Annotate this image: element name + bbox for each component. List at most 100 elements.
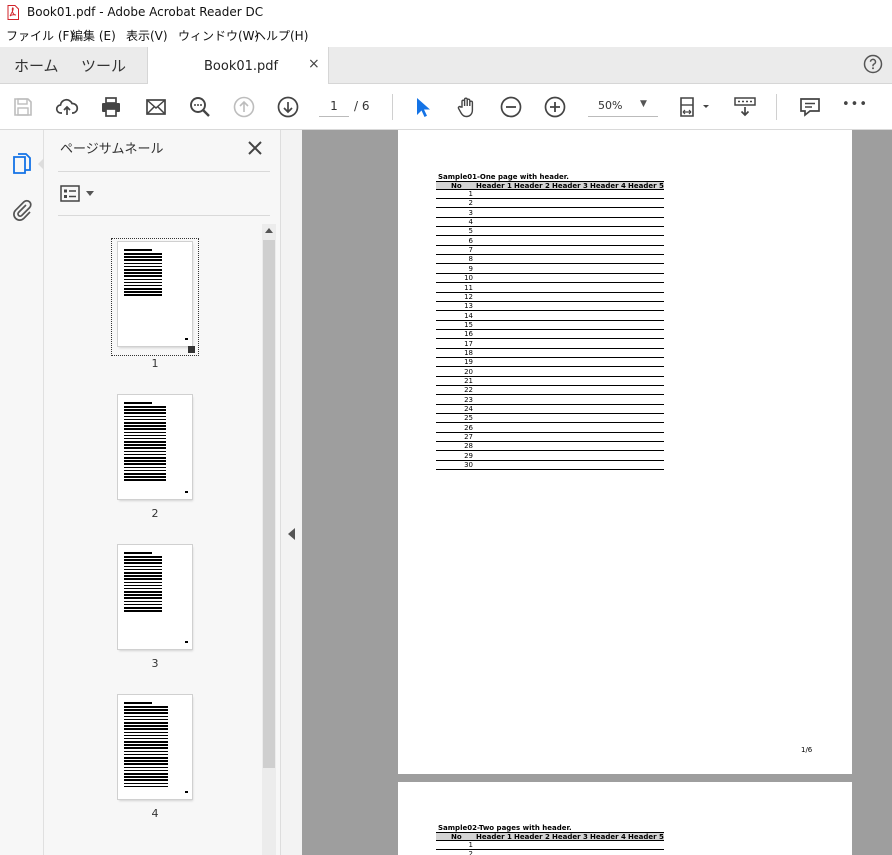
table-row: 1 — [436, 190, 664, 199]
save-button[interactable] — [11, 95, 35, 119]
row-number: 19 — [464, 358, 473, 367]
zoom-level-select[interactable]: 50% ▼ — [588, 96, 658, 117]
row-number: 11 — [464, 283, 473, 292]
find-button[interactable] — [188, 95, 212, 119]
window-title: Book01.pdf - Adobe Acrobat Reader DC — [27, 5, 264, 19]
magnifier-icon — [190, 97, 210, 117]
scrollbar-thumb[interactable] — [263, 240, 275, 768]
list-options-icon — [60, 185, 80, 202]
thumbnail-footer-mark — [185, 338, 188, 340]
column-header: Header 2 — [514, 833, 550, 841]
panel-collapse-handle[interactable] — [280, 130, 302, 855]
row-number: 26 — [464, 423, 473, 432]
menu-window[interactable]: ウィンドウ(W) — [178, 29, 259, 44]
column-header: Header 4 — [590, 182, 626, 190]
tab-home[interactable]: ホーム — [14, 57, 59, 75]
menu-edit[interactable]: 編集 (E) — [71, 29, 116, 44]
table-header: No Header 1 Header 2 Header 3 Header 4 H… — [436, 832, 664, 841]
printer-icon — [102, 97, 120, 117]
page-heading: Sample02-Two pages with header. — [438, 824, 572, 832]
select-tool-button[interactable] — [410, 95, 434, 119]
close-tab-button[interactable]: × — [308, 56, 320, 72]
row-number: 29 — [464, 451, 473, 460]
page-thumbnail[interactable] — [118, 395, 192, 499]
page-thumbnails-icon[interactable] — [11, 152, 33, 176]
table-row: 6 — [436, 237, 664, 246]
zoom-in-button[interactable] — [543, 95, 567, 119]
next-page-button[interactable] — [276, 95, 300, 119]
menu-file[interactable]: ファイル (F) — [6, 29, 74, 44]
upload-cloud-button[interactable] — [55, 95, 79, 119]
scroll-up-icon[interactable] — [264, 226, 274, 234]
cursor-arrow-icon — [417, 98, 430, 117]
menu-bar: ファイル (F) 編集 (E) 表示(V) ウィンドウ(W) ヘルプ(H) — [0, 26, 892, 47]
row-number: 30 — [464, 461, 473, 470]
hand-tool-button[interactable] — [455, 95, 479, 119]
help-icon[interactable] — [863, 54, 883, 74]
table-row: 19 — [436, 358, 664, 368]
paperclip-icon[interactable] — [11, 198, 33, 222]
toolbar: / 6 50% ▼ ••• — [0, 84, 892, 130]
column-header: No — [451, 833, 462, 841]
thumbnail-content — [124, 702, 168, 789]
row-number: 13 — [464, 302, 473, 311]
table-row: 30 — [436, 461, 664, 471]
row-number: 4 — [468, 218, 473, 227]
chevron-down-icon: ▼ — [640, 99, 647, 109]
table-row: 9 — [436, 265, 664, 274]
zoom-out-button[interactable] — [499, 95, 523, 119]
table-row: 1 — [436, 841, 664, 850]
tab-document[interactable]: Book01.pdf × — [147, 47, 329, 84]
page-thumbnail[interactable] — [118, 695, 192, 799]
pdf-page-2: Sample02-Two pages with header. No Heade… — [398, 782, 852, 855]
menu-help[interactable]: ヘルプ(H) — [254, 29, 308, 44]
page-total: / 6 — [354, 99, 370, 113]
plus-circle-icon — [544, 96, 566, 118]
thumbnail-view-box[interactable] — [188, 346, 195, 353]
page-fit-button[interactable] — [677, 95, 713, 119]
table-row: 28 — [436, 442, 664, 452]
menu-view[interactable]: 表示(V) — [126, 29, 168, 44]
row-number: 16 — [464, 330, 473, 339]
table-row: 21 — [436, 377, 664, 386]
panel-scrollbar[interactable] — [262, 224, 276, 855]
table-row: 12 — [436, 293, 664, 302]
row-number: 8 — [468, 255, 473, 264]
row-number: 24 — [464, 405, 473, 414]
table-row: 20 — [436, 368, 664, 377]
more-tools-button[interactable]: ••• — [842, 97, 867, 121]
toolbar-divider — [392, 94, 393, 120]
page-thumbnail[interactable] — [118, 545, 192, 649]
page-number-input[interactable] — [319, 96, 349, 117]
table-row: 27 — [436, 433, 664, 443]
row-number: 6 — [468, 236, 473, 245]
row-number: 12 — [464, 292, 473, 301]
tab-tools[interactable]: ツール — [81, 57, 126, 75]
keyboard-scroll-icon — [734, 97, 756, 117]
envelope-icon — [146, 99, 166, 115]
tab-bar: ホーム ツール Book01.pdf × — [0, 47, 892, 84]
close-icon[interactable] — [247, 140, 263, 156]
thumbnail-options-button[interactable] — [60, 184, 98, 204]
page-footer: 1/6 — [801, 746, 813, 754]
comment-button[interactable] — [798, 95, 822, 119]
table-row: 2 — [436, 850, 664, 855]
table-row: 26 — [436, 424, 664, 433]
column-header: Header 3 — [552, 833, 588, 841]
previous-page-button[interactable] — [232, 95, 256, 119]
title-bar: Book01.pdf - Adobe Acrobat Reader DC — [0, 0, 892, 26]
email-button[interactable] — [144, 95, 168, 119]
row-number: 20 — [464, 367, 473, 376]
page-thumbnail[interactable] — [118, 242, 195, 353]
row-number: 18 — [464, 348, 473, 357]
document-viewer[interactable]: Sample01-One page with header. No Header… — [302, 130, 892, 855]
tab-document-label: Book01.pdf — [204, 59, 279, 74]
table-row: 5 — [436, 227, 664, 237]
scroll-mode-button[interactable] — [733, 95, 757, 119]
toolbar-divider — [776, 94, 777, 120]
print-button[interactable] — [99, 95, 123, 119]
column-header: Header 1 — [476, 182, 512, 190]
row-number: 1 — [468, 190, 473, 198]
thumbnail-content — [124, 249, 162, 298]
thumbnail-label: 2 — [151, 507, 159, 520]
